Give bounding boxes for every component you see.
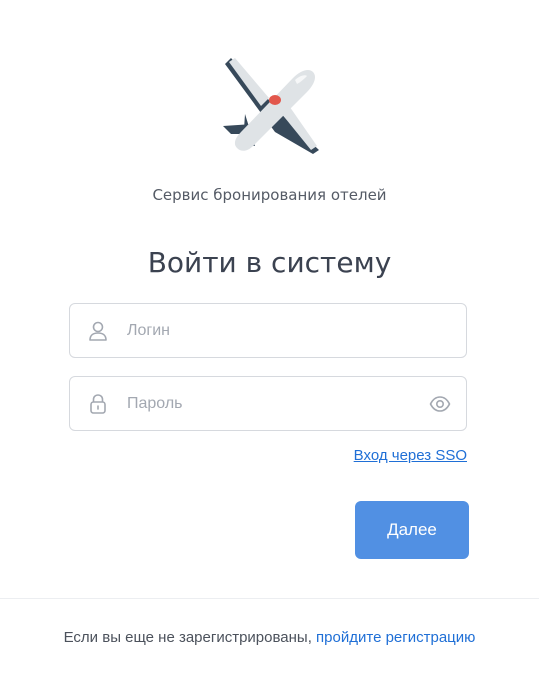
password-input[interactable] bbox=[127, 377, 427, 430]
footer-text: Если вы еще не зарегистрированы, bbox=[63, 629, 312, 646]
lock-icon bbox=[90, 394, 106, 414]
login-title: Войти в систему bbox=[147, 246, 392, 279]
app-subtitle: Сервис бронирования отелей bbox=[152, 186, 387, 204]
submit-button[interactable]: Далее bbox=[355, 501, 469, 559]
register-link[interactable]: пройдите регистрацию bbox=[316, 629, 475, 646]
eye-icon[interactable] bbox=[429, 394, 451, 414]
footer: Если вы еще не зарегистрированы, пройдит… bbox=[0, 629, 539, 646]
sso-login-link[interactable]: Вход через SSO bbox=[354, 447, 467, 464]
footer-divider bbox=[0, 598, 539, 599]
airplane-logo-icon bbox=[223, 58, 319, 154]
password-field[interactable] bbox=[69, 376, 467, 431]
login-input[interactable] bbox=[127, 304, 427, 357]
user-icon bbox=[89, 321, 107, 341]
login-field[interactable] bbox=[69, 303, 467, 358]
